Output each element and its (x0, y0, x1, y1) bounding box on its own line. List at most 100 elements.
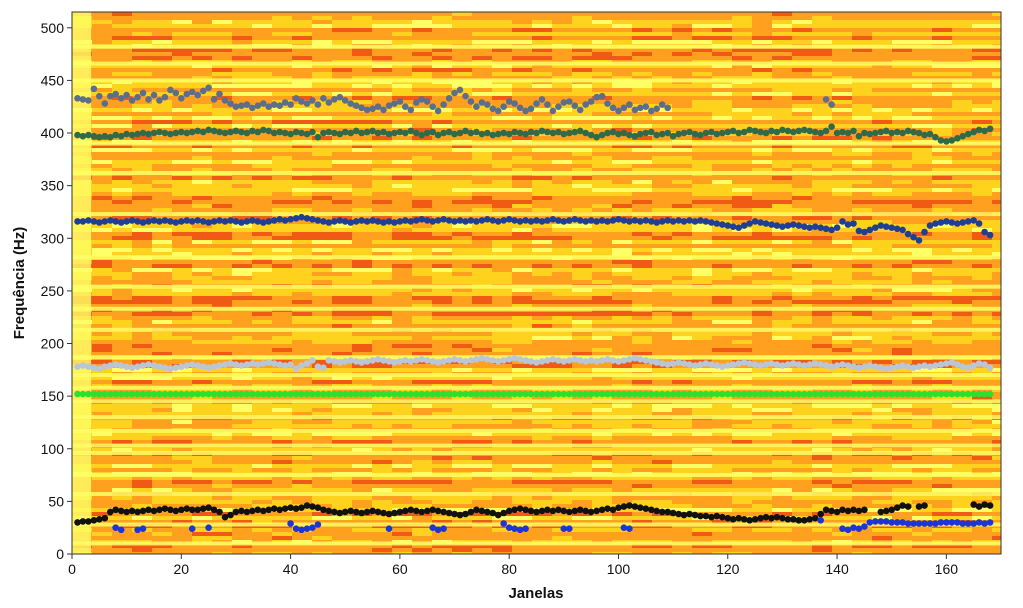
spectrogram-cell (472, 148, 492, 152)
spectrogram-cell (212, 224, 232, 228)
spectrogram-cell (352, 52, 372, 56)
spectrogram-cell (352, 68, 372, 72)
spectrogram-cell (592, 120, 612, 124)
spectrogram-cell (292, 248, 312, 252)
spectrogram-cell (812, 312, 832, 316)
spectrogram-cell (452, 244, 472, 248)
spectrogram-cell (152, 156, 172, 160)
spectrogram-cell (392, 52, 412, 56)
spectrogram-cell (852, 296, 872, 300)
spectrogram-cell (492, 336, 512, 340)
spectrogram-cell (592, 232, 612, 236)
spectrogram-cell (572, 264, 592, 268)
spectrogram-cell (152, 232, 172, 236)
spectrogram-cell (932, 68, 952, 72)
spectrogram-cell (832, 28, 852, 32)
spectrogram-cell (692, 340, 712, 344)
spectrogram-cell (612, 196, 632, 200)
spectrogram-cell (552, 228, 572, 232)
spectrogram-cell (492, 316, 512, 320)
spectrogram-cell (372, 344, 392, 348)
spectrogram-cell (92, 112, 112, 116)
spectrogram-cell (732, 28, 752, 32)
spectrogram-cell (812, 208, 832, 212)
spectrogram-cell (552, 176, 572, 180)
spectrogram-cell (932, 280, 952, 284)
spectrogram-cell (672, 160, 692, 164)
spectrogram-cell (652, 240, 672, 244)
spectrogram-cell (792, 160, 812, 164)
spectrogram-cell (952, 272, 972, 276)
spectrogram-cell (392, 84, 412, 88)
spectrogram-cell (332, 208, 352, 212)
spectrogram-cell (372, 52, 392, 56)
spectrogram-cell (92, 12, 112, 16)
spectrogram-cell (92, 16, 112, 20)
spectrogram-cell (532, 112, 552, 116)
spectrogram-cell (992, 420, 1001, 424)
spectrogram-cell (832, 292, 852, 296)
spectrogram-cell (632, 176, 652, 180)
spectrogram-cell (572, 248, 592, 252)
spectrogram-cell (352, 344, 372, 348)
spectrogram-cell (392, 276, 412, 280)
spectrogram-cell (612, 348, 632, 352)
spectrogram-cell (432, 184, 452, 188)
spectrogram-cell (352, 164, 372, 168)
spectrogram-cell (352, 200, 372, 204)
spectrogram-cell (472, 228, 492, 232)
spectrogram-cell (872, 40, 892, 44)
spectrogram-cell (552, 408, 572, 412)
spectrogram-cell (292, 420, 312, 424)
spectrogram-cell (452, 380, 472, 384)
spectrogram-cell (372, 228, 392, 232)
spectrogram-cell (352, 120, 372, 124)
spectrogram-cell (852, 52, 872, 56)
spectrogram-cell (552, 184, 572, 188)
spectrogram-cell (312, 180, 332, 184)
spectrogram-cell (872, 152, 892, 156)
spectrogram-cell (612, 324, 632, 328)
spectrogram-cell (772, 164, 792, 168)
spectrogram-cell (432, 40, 452, 44)
spectrogram-cell (172, 320, 192, 324)
spectrogram-cell (892, 192, 912, 196)
spectrogram-cell (172, 296, 192, 300)
spectrogram-cell (372, 24, 392, 28)
spectrogram-cell (612, 16, 632, 20)
spectrogram-cell (472, 196, 492, 200)
spectrogram-cell (132, 164, 152, 168)
spectrogram-cell (312, 324, 332, 328)
spectrogram-cell (292, 268, 312, 272)
spectrogram-cell (712, 88, 732, 92)
spectrogram-cell (192, 40, 212, 44)
spectrogram-cell (512, 316, 532, 320)
spectrogram-cell (392, 36, 412, 40)
spectrogram-cell (692, 32, 712, 36)
spectrogram-cell (552, 264, 572, 268)
spectrogram-cell (492, 20, 512, 24)
spectrogram-cell (992, 348, 1001, 352)
spectrogram-cell (172, 196, 192, 200)
spectrogram-cell (392, 420, 412, 424)
spectrogram-cell (632, 148, 652, 152)
spectrogram-cell (692, 84, 712, 88)
spectrogram-cell (112, 424, 132, 428)
spectrogram-cell (552, 116, 572, 120)
spectrogram-cell (532, 348, 552, 352)
spectrogram-cell (332, 84, 352, 88)
spectrogram-cell (512, 248, 532, 252)
spectrogram-cell (512, 368, 532, 372)
spectrogram-cell (832, 36, 852, 40)
spectrogram-cell (692, 292, 712, 296)
spectrogram-cell (192, 408, 212, 412)
spectrogram-cell (692, 344, 712, 348)
spectrogram-cell (812, 56, 832, 60)
spectrogram-cell (532, 108, 552, 112)
spectrogram-cell (772, 88, 792, 92)
spectrogram-cell (192, 380, 212, 384)
spectrogram-cell (112, 300, 132, 304)
spectrogram-cell (692, 264, 712, 268)
spectrogram-cell (212, 116, 232, 120)
spectrogram-cell (632, 332, 652, 336)
